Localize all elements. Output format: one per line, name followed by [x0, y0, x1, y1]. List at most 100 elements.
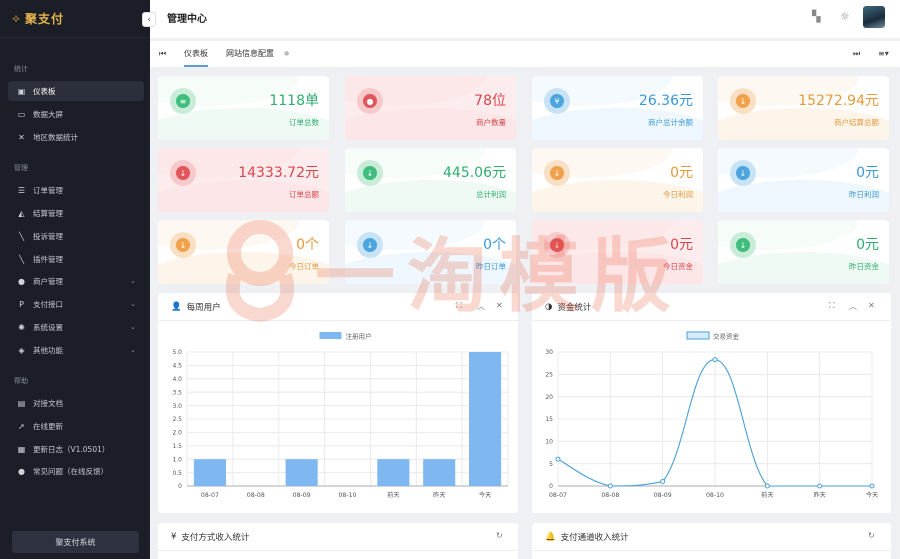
sidebar-item-gear[interactable]: ✺ 系统设置 ⌄: [8, 317, 144, 337]
sidebar-item-tools[interactable]: ✕ 地区数据统计: [8, 127, 144, 147]
sidebar-item-paypal[interactable]: P 支付接口 ⌄: [8, 294, 144, 314]
arrow-down-icon: ↓: [170, 232, 196, 258]
chart-legend[interactable]: 交易资金: [686, 331, 740, 341]
y-tick-label: 3.5: [172, 389, 182, 396]
fullscreen-icon[interactable]: ⛶: [456, 301, 462, 311]
apps-grid-icon[interactable]: ▚: [812, 10, 820, 23]
tab-prev-icon[interactable]: ⏮: [159, 49, 166, 59]
sidebar-item-rocket[interactable]: ➚ 在线更新: [8, 416, 144, 436]
system-button[interactable]: 聚支付系统: [12, 531, 139, 553]
sidebar-item-plugin[interactable]: ╲ 插件管理: [8, 249, 144, 269]
page-title: 管理中心: [167, 14, 207, 25]
tab-close-icon[interactable]: ●: [284, 50, 289, 57]
data-point[interactable]: [607, 483, 613, 489]
arrow-down-icon: ↓: [357, 232, 383, 258]
close-icon[interactable]: ✕: [868, 301, 875, 310]
stat-label: 总计利润: [476, 190, 506, 199]
y-tick-label: 0: [549, 483, 553, 490]
x-tick-label: 今天: [479, 491, 491, 499]
stat-value: 26.36元: [638, 93, 693, 109]
y-tick-label: 30: [545, 349, 553, 356]
stat-card: ↓ 0元 今日资金: [532, 220, 703, 284]
refresh-icon[interactable]: ↻: [868, 531, 875, 540]
avatar[interactable]: [863, 6, 885, 28]
sidebar: ⟡ 聚支付 统计 管理 帮助 ▣ 仪表板 ▭ 数据大屏 ✕ 地区数据统计 ☰ 订单管理 ◭ 结算管…: [0, 0, 150, 559]
stat-label: 今日利润: [663, 190, 693, 199]
stat-value: 14333.72元: [238, 165, 319, 181]
pie-chart-icon: ◑: [545, 301, 553, 312]
arrow-down-icon: ↓: [544, 232, 570, 258]
user-icon: ●: [18, 276, 25, 286]
close-icon[interactable]: ✕: [496, 301, 503, 310]
stat-label: 昨日资金: [849, 262, 879, 271]
sidebar-item-complaint[interactable]: ╲ 投诉管理: [8, 226, 144, 246]
bar[interactable]: [285, 459, 318, 486]
collapse-icon[interactable]: ︿: [477, 301, 485, 312]
data-point[interactable]: [869, 483, 875, 489]
bell-icon: 🔔: [545, 531, 556, 542]
theme-sun-icon[interactable]: ☼: [840, 10, 850, 23]
x-tick-label: 08-09: [654, 492, 672, 499]
sidebar-item-dashboard[interactable]: ▣ 仪表板: [8, 81, 144, 101]
data-point[interactable]: [817, 483, 823, 489]
arrow-down-icon: ↓: [730, 88, 756, 114]
collapse-icon[interactable]: ︿: [849, 301, 857, 312]
feedback-icon: ●: [18, 466, 25, 476]
sidebar-item-screen[interactable]: ▭ 数据大屏: [8, 104, 144, 124]
x-tick-label: 08-08: [247, 492, 265, 499]
tab-next-icon[interactable]: ⏭: [853, 49, 860, 59]
data-point[interactable]: [555, 456, 561, 462]
pay-method-panel: ¥ 支付方式收入统计 ↻: [158, 523, 518, 559]
arrow-down-icon: ↓: [170, 160, 196, 186]
sidebar-item-label: 在线更新: [33, 421, 63, 431]
fullscreen-icon[interactable]: ⛶: [829, 301, 835, 311]
bar[interactable]: [469, 352, 502, 486]
brand-name: 聚支付: [24, 12, 64, 26]
weekly-users-chart: 注册用户 0 0.5 1.0 1.5 2.0 2.5 3.0 3.5 4.0 4.5 5.0 08-07…: [172, 332, 509, 499]
funds-title: 资金统计: [557, 302, 592, 313]
y-tick-label: 15: [545, 416, 553, 423]
sidebar-item-layers[interactable]: ◈ 其他功能 ⌄: [8, 340, 144, 360]
legend-swatch: [686, 331, 710, 340]
stat-label: 商户结算总额: [834, 118, 879, 127]
bar[interactable]: [377, 459, 410, 486]
legend-swatch: [319, 332, 342, 339]
brand-logo-icon: ⟡: [12, 11, 20, 25]
stat-label: 今日订单: [289, 262, 319, 271]
stat-card: ↓ 0元 昨日资金: [718, 220, 889, 284]
top-header: 管理中心 ▚ ☼: [150, 0, 900, 38]
tab-site-config[interactable]: 网站信息配置: [226, 48, 274, 59]
sidebar-item-log[interactable]: ▦ 更新日志（V1.0501）: [8, 439, 144, 459]
stat-label: 商户数量: [476, 118, 506, 127]
sidebar-item-label: 插件管理: [33, 254, 63, 264]
sidebar-item-list[interactable]: ☰ 订单管理: [8, 180, 144, 200]
stat-card: ● 78位 商户数量: [345, 76, 516, 140]
tab-dashboard[interactable]: 仪表板: [184, 48, 208, 67]
x-tick-label: 今天: [866, 491, 878, 499]
refresh-icon[interactable]: ↻: [496, 531, 503, 540]
data-point[interactable]: [764, 483, 770, 489]
stat-value: 445.06元: [443, 165, 506, 181]
bar[interactable]: [423, 459, 456, 486]
tab-menu-icon[interactable]: ≡▾: [878, 49, 889, 58]
y-tick-label: 1.5: [172, 443, 182, 450]
weekly-users-title: 每周用户: [186, 302, 221, 313]
brand[interactable]: ⟡ 聚支付: [0, 0, 150, 38]
sidebar-collapse-button[interactable]: ‹: [142, 12, 156, 27]
arrow-down-icon: ↓: [357, 160, 383, 186]
data-point[interactable]: [660, 479, 666, 485]
sidebar-item-feedback[interactable]: ● 常见问题（在线反馈）: [8, 461, 144, 481]
chevron-down-icon: ⌄: [130, 323, 136, 331]
bar[interactable]: [193, 459, 226, 486]
sidebar-item-label: 数据大屏: [33, 109, 63, 119]
stat-card: ¥26.36元 商户总计余额: [532, 76, 703, 140]
chart-legend[interactable]: 注册用户: [319, 332, 372, 341]
stat-value: 0元: [670, 237, 693, 253]
yen-icon: ¥: [171, 531, 177, 542]
sidebar-item-book[interactable]: ▤ 对接文档: [8, 393, 144, 413]
sidebar-item-user[interactable]: ● 商户管理 ⌄: [8, 271, 144, 291]
x-tick-label: 08-07: [201, 492, 219, 499]
arrow-down-icon: ↓: [544, 160, 570, 186]
data-point[interactable]: [712, 357, 718, 363]
sidebar-item-settle[interactable]: ◭ 结算管理: [8, 203, 144, 223]
